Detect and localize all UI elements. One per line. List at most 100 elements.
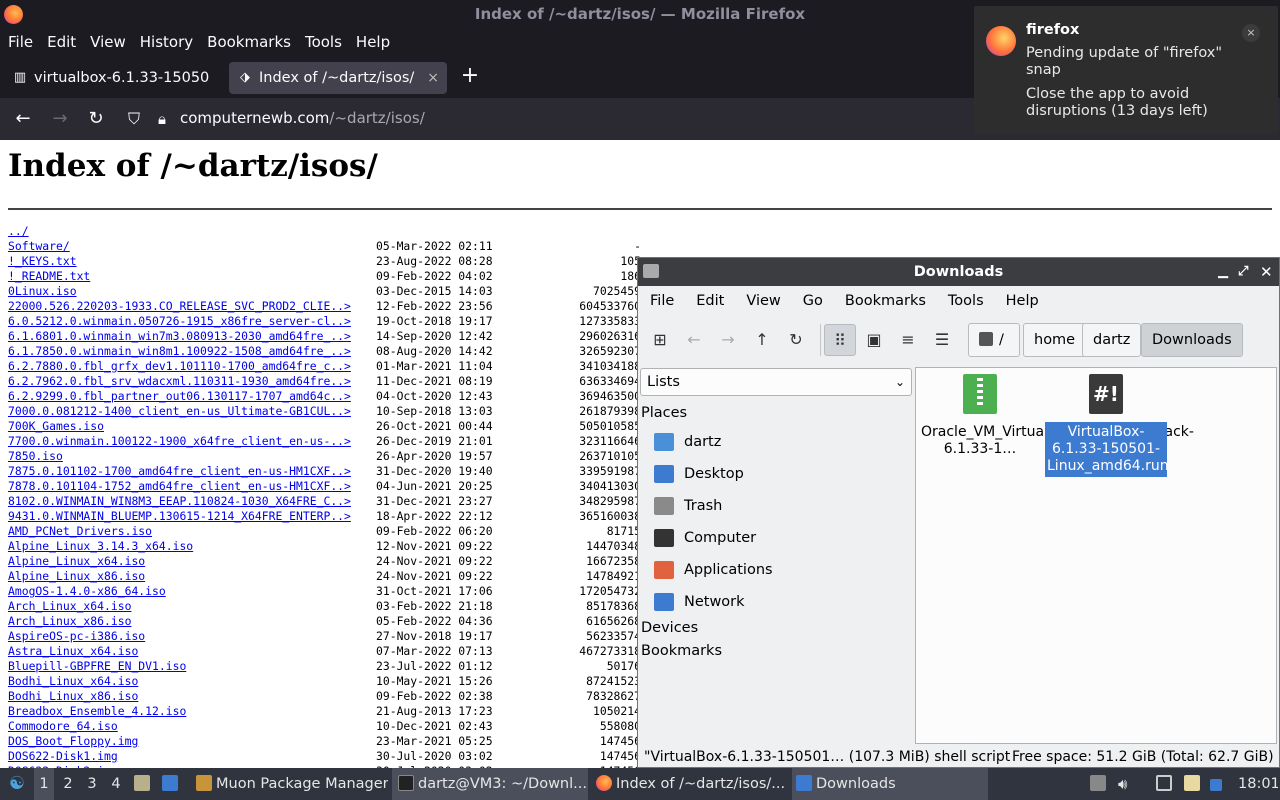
shield-icon[interactable]: ⛉ xyxy=(121,106,147,132)
task-downloads[interactable]: Downloads xyxy=(792,768,988,800)
file-link[interactable]: Arch_Linux_x64.iso xyxy=(8,599,131,614)
file-item[interactable]: Oracle_VM_VirtualBox_Extension_Pack-6.1.… xyxy=(919,374,1194,460)
workspace-4[interactable]: 4 xyxy=(106,768,126,800)
sidebar-mode-select[interactable]: Lists ⌄ xyxy=(640,368,912,396)
file-link[interactable]: 7000.0.081212-1400_client_en-us_Ultimate… xyxy=(8,404,351,419)
tab-virtualbox[interactable]: ▥ virtualbox-6.1.33-15050 xyxy=(4,62,224,94)
section-devices[interactable]: Devices xyxy=(641,620,698,636)
tab-index-isos[interactable]: ⬗ Index of /~dartz/isos/ × xyxy=(229,62,447,94)
file-link[interactable]: Astra_Linux_x64.iso xyxy=(8,644,138,659)
workspace-3[interactable]: 3 xyxy=(82,768,102,800)
file-link[interactable]: Breadbox_Ensemble_4.12.iso xyxy=(8,704,186,719)
file-link[interactable]: 6.2.7962.0.fbl_srv_wdacxml.110311-1930_a… xyxy=(8,374,351,389)
detailed-list-view-icon[interactable]: ☰ xyxy=(926,324,958,356)
workspace-1[interactable]: 1 xyxy=(34,768,54,800)
icon-view-icon[interactable]: ⠿ xyxy=(824,324,856,356)
file-link[interactable]: Bodhi_Linux_x86.iso xyxy=(8,689,138,704)
file-manager-launcher-icon[interactable] xyxy=(134,768,154,800)
file-view[interactable]: Oracle_VM_VirtualBox_Extension_Pack-6.1.… xyxy=(915,367,1277,744)
clipboard-icon[interactable] xyxy=(1090,768,1110,800)
file-link[interactable]: 9431.0.WINMAIN_BLUEMP.130615-1214_X64FRE… xyxy=(8,509,351,524)
section-places[interactable]: Places xyxy=(641,405,687,421)
forward-arrow-icon[interactable]: → xyxy=(712,324,744,356)
file-link[interactable]: 7878.0.101104-1752_amd64fre_client_en-us… xyxy=(8,479,351,494)
menu-history[interactable]: History xyxy=(140,33,193,51)
fm-menu-help[interactable]: Help xyxy=(1006,293,1039,309)
file-link[interactable]: AMD_PCNet_Drivers.iso xyxy=(8,524,152,539)
place-dartz[interactable]: dartz xyxy=(654,428,721,456)
file-link[interactable]: 7700.0.winmain.100122-1900_x64fre_client… xyxy=(8,434,351,449)
show-desktop-icon[interactable] xyxy=(162,768,184,800)
fm-menu-go[interactable]: Go xyxy=(803,293,823,309)
close-icon[interactable]: × xyxy=(1242,24,1260,42)
folder-tray-icon[interactable] xyxy=(1184,768,1204,800)
menu-bookmarks[interactable]: Bookmarks xyxy=(207,33,291,51)
file-link[interactable]: AspireOS-pc-i386.iso xyxy=(8,629,145,644)
file-link[interactable]: !_README.txt xyxy=(8,269,90,284)
fm-menu-tools[interactable]: Tools xyxy=(948,293,984,309)
file-link[interactable]: !_KEYS.txt xyxy=(8,254,77,269)
file-link[interactable]: Alpine_Linux_3.14.3_x64.iso xyxy=(8,539,193,554)
menu-edit[interactable]: Edit xyxy=(47,33,76,51)
file-link[interactable]: Commodore_64.iso xyxy=(8,719,118,734)
thumbnail-view-icon[interactable]: ▣ xyxy=(858,324,890,356)
breadcrumb-dartz[interactable]: dartz xyxy=(1082,323,1142,357)
place-computer[interactable]: Computer xyxy=(654,524,756,552)
place-applications[interactable]: Applications xyxy=(654,556,773,584)
file-link[interactable]: 6.1.7850.0.winmain_win8m1.100922-1508_am… xyxy=(8,344,351,359)
file-link[interactable]: 7875.0.101102-1700_amd64fre_client_en-us… xyxy=(8,464,351,479)
close-tab-icon[interactable]: × xyxy=(427,62,439,94)
file-link[interactable]: 6.2.7880.0.fbl_grfx_dev1.101110-1700_amd… xyxy=(8,359,351,374)
place-trash[interactable]: Trash xyxy=(654,492,722,520)
fm-menu-bookmarks[interactable]: Bookmarks xyxy=(845,293,926,309)
place-desktop[interactable]: Desktop xyxy=(654,460,744,488)
file-link[interactable]: 22000.526.220203-1933.CO_RELEASE_SVC_PRO… xyxy=(8,299,351,314)
file-link[interactable]: 8102.0.WINMAIN_WIN8M3_EEAP.110824-1030_X… xyxy=(8,494,351,509)
new-tab-icon[interactable]: ⊞ xyxy=(644,324,676,356)
breadcrumb-root[interactable]: / xyxy=(968,323,1020,357)
task-terminal[interactable]: dartz@VM3: ~/Downl... xyxy=(392,768,588,800)
file-link[interactable]: Arch_Linux_x86.iso xyxy=(8,614,131,629)
place-network[interactable]: Network xyxy=(654,588,745,616)
compact-view-icon[interactable]: ≡ xyxy=(892,324,924,356)
close-icon[interactable]: ✕ xyxy=(1260,258,1273,286)
menu-file[interactable]: File xyxy=(8,33,33,51)
file-link[interactable]: 7850.iso xyxy=(8,449,63,464)
file-link[interactable]: Bluepill-GBPFRE_EN_DV1.iso xyxy=(8,659,186,674)
file-link[interactable]: 700K_Games.iso xyxy=(8,419,104,434)
file-link[interactable]: 6.0.5212.0.winmain.050726-1915_x86fre_se… xyxy=(8,314,351,329)
back-arrow-icon[interactable]: ← xyxy=(678,324,710,356)
notification-icon[interactable] xyxy=(1210,768,1226,800)
lock-icon[interactable]: 🔒︎ xyxy=(149,106,175,132)
file-link[interactable]: 6.2.9299.0.fbl_partner_out06.130117-1707… xyxy=(8,389,351,404)
start-menu-icon[interactable]: ☯ xyxy=(6,768,28,800)
file-link[interactable]: Alpine_Linux_x64.iso xyxy=(8,554,145,569)
back-button[interactable]: ← xyxy=(10,106,36,132)
file-link[interactable]: ../ xyxy=(8,224,29,239)
display-icon[interactable] xyxy=(1156,768,1176,800)
file-link[interactable]: Alpine_Linux_x86.iso xyxy=(8,569,145,584)
task-muon[interactable]: Muon Package Manager xyxy=(192,768,388,800)
file-link[interactable]: 6.1.6801.0.winmain_win7m3.080913-2030_am… xyxy=(8,329,351,344)
file-manager-titlebar[interactable]: Downloads ▁ ⤢ ✕ xyxy=(638,258,1279,286)
file-link[interactable]: Bodhi_Linux_x64.iso xyxy=(8,674,138,689)
breadcrumb-home[interactable]: home xyxy=(1023,323,1087,357)
file-item-selected[interactable]: #! VirtualBox-6.1.33-150501-Linux_amd64.… xyxy=(1045,374,1169,477)
forward-button[interactable]: → xyxy=(47,106,73,132)
task-firefox[interactable]: Index of /~dartz/isos/... xyxy=(592,768,788,800)
section-bookmarks[interactable]: Bookmarks xyxy=(641,643,722,659)
file-link[interactable]: AmogOS-1.4.0-x86_64.iso xyxy=(8,584,166,599)
up-arrow-icon[interactable]: ↑ xyxy=(746,324,778,356)
menu-view[interactable]: View xyxy=(90,33,126,51)
fm-menu-edit[interactable]: Edit xyxy=(696,293,724,309)
url-bar[interactable]: computernewb.com/~dartz/isos/ xyxy=(180,109,425,127)
workspace-2[interactable]: 2 xyxy=(58,768,78,800)
file-link[interactable]: DOS622-Disk1.img xyxy=(8,749,118,764)
fm-menu-file[interactable]: File xyxy=(650,293,674,309)
minimize-icon[interactable]: ▁ xyxy=(1218,258,1228,286)
volume-icon[interactable]: 🔊︎ xyxy=(1118,768,1138,800)
fm-menu-view[interactable]: View xyxy=(746,293,780,309)
update-notification[interactable]: firefox Pending update of "firefox" snap… xyxy=(974,6,1278,134)
file-link[interactable]: DOS_Boot_Floppy.img xyxy=(8,734,138,749)
menu-help[interactable]: Help xyxy=(356,33,390,51)
